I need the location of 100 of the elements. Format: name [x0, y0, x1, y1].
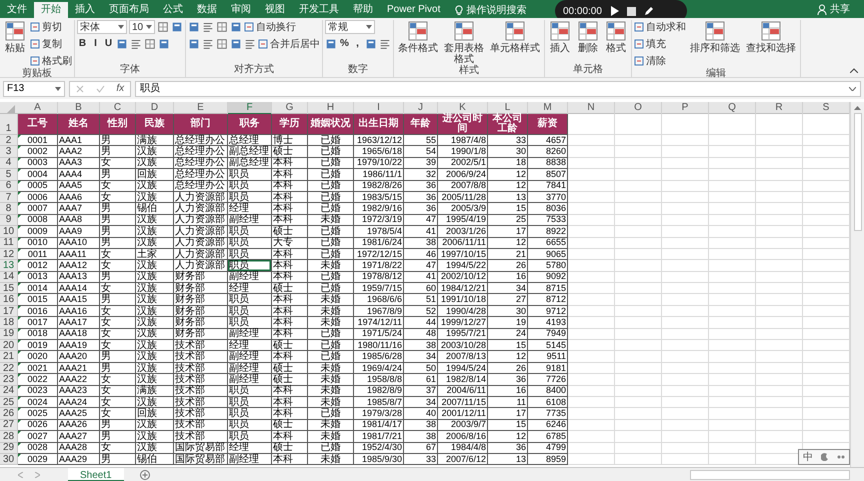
row-header[interactable]: 15 [0, 283, 18, 294]
share-button[interactable]: 共享 [817, 2, 850, 16]
collapse-icon[interactable] [850, 68, 858, 73]
empty-cell[interactable] [662, 374, 709, 386]
row-header[interactable]: 2 [0, 135, 18, 146]
format-icon[interactable] [171, 21, 183, 33]
empty-cell[interactable] [568, 396, 615, 408]
empty-cell[interactable] [615, 283, 662, 294]
row-header[interactable]: 28 [0, 431, 18, 443]
format-button[interactable]: , [352, 37, 363, 51]
format-icon[interactable] [379, 38, 391, 50]
format-icon[interactable] [130, 38, 142, 50]
empty-cell[interactable] [662, 169, 709, 181]
empty-cell[interactable] [662, 317, 709, 329]
column-header[interactable]: P [662, 102, 709, 115]
empty-cell[interactable] [709, 260, 756, 272]
dropdown-field[interactable]: 常规 [325, 20, 375, 34]
empty-cell[interactable] [615, 260, 662, 272]
empty-cell[interactable] [568, 180, 615, 192]
format-icon[interactable] [325, 38, 337, 50]
format-icon[interactable] [216, 38, 228, 50]
format-button[interactable]: I [90, 37, 101, 51]
empty-cell[interactable] [615, 431, 662, 443]
empty-cell[interactable] [756, 317, 803, 329]
cancel-icon[interactable] [76, 84, 84, 92]
empty-cell[interactable] [615, 203, 662, 215]
empty-cell[interactable] [615, 180, 662, 192]
empty-cell[interactable] [709, 114, 756, 135]
empty-cell[interactable] [709, 169, 756, 181]
ribbon-button[interactable]: 复制 [30, 37, 62, 51]
ribbon-button[interactable]: 插入 [547, 20, 573, 54]
empty-cell[interactable] [662, 362, 709, 374]
format-icon[interactable] [365, 38, 377, 50]
format-icon[interactable] [188, 38, 200, 50]
empty-cell[interactable] [568, 203, 615, 215]
format-icon[interactable] [158, 38, 170, 50]
column-header[interactable]: O [615, 102, 662, 115]
empty-cell[interactable] [615, 396, 662, 408]
row-header[interactable]: 14 [0, 272, 18, 284]
empty-cell[interactable] [709, 317, 756, 329]
vertical-scrollbar[interactable] [850, 102, 864, 467]
row-header[interactable]: 7 [0, 192, 18, 204]
row-header[interactable]: 30 [0, 454, 18, 466]
format-button[interactable]: % [339, 37, 350, 51]
formula-input[interactable]: 职员 [135, 80, 861, 96]
empty-cell[interactable] [662, 135, 709, 146]
scroll-up-icon[interactable] [854, 106, 861, 110]
row-header[interactable]: 21 [0, 351, 18, 363]
empty-cell[interactable] [615, 294, 662, 306]
empty-cell[interactable] [662, 203, 709, 215]
empty-cell[interactable] [662, 386, 709, 397]
empty-cell[interactable] [615, 169, 662, 181]
ribbon-button[interactable]: 粘贴 [2, 20, 28, 54]
empty-cell[interactable] [615, 362, 662, 374]
ribbon-button[interactable]: 自动求和 [634, 20, 686, 34]
empty-cell[interactable] [756, 214, 803, 226]
empty-cell[interactable] [568, 431, 615, 443]
tell-me-search[interactable]: 操作说明搜索 [466, 2, 526, 18]
row-header[interactable]: 5 [0, 169, 18, 181]
ribbon-button[interactable]: 删除 [575, 20, 601, 54]
empty-cell[interactable] [662, 158, 709, 170]
empty-cell[interactable] [756, 248, 803, 260]
empty-cell[interactable] [709, 238, 756, 249]
row-header[interactable]: 25 [0, 396, 18, 408]
ribbon-button[interactable]: 查找和选择 [744, 20, 798, 54]
empty-cell[interactable] [709, 408, 756, 420]
ribbon-tab[interactable]: 开发工具 [292, 2, 346, 18]
empty-cell[interactable] [615, 386, 662, 397]
empty-cell[interactable] [662, 146, 709, 158]
empty-cell[interactable] [756, 420, 803, 432]
column-header[interactable]: F [228, 102, 272, 115]
empty-cell[interactable] [615, 135, 662, 146]
empty-cell[interactable] [709, 248, 756, 260]
ribbon-tab[interactable]: 审阅 [224, 2, 258, 18]
empty-cell[interactable] [662, 442, 709, 454]
ribbon-tab[interactable]: 视图 [258, 2, 292, 18]
empty-cell[interactable] [709, 203, 756, 215]
empty-cell[interactable] [662, 408, 709, 420]
empty-cell[interactable] [568, 340, 615, 352]
empty-cell[interactable] [709, 146, 756, 158]
dropdown-field[interactable]: 宋体 [77, 20, 127, 34]
format-button[interactable]: U [103, 37, 114, 51]
empty-cell[interactable] [615, 248, 662, 260]
row-header[interactable]: 24 [0, 386, 18, 397]
ribbon-button[interactable]: 合并后居中 [258, 37, 320, 51]
empty-cell[interactable] [615, 158, 662, 170]
empty-cell[interactable] [615, 420, 662, 432]
previous-sheet-icon[interactable] [18, 472, 23, 478]
empty-cell[interactable] [709, 420, 756, 432]
ribbon-button[interactable]: 排序和筛选 [688, 20, 742, 54]
horizontal-scrollbar[interactable] [690, 470, 850, 480]
empty-cell[interactable] [568, 306, 615, 318]
insert-function-button[interactable]: fx [116, 81, 124, 96]
format-icon[interactable] [116, 38, 128, 50]
format-icon[interactable] [202, 38, 214, 50]
ime-floating-menu[interactable]: 中 [798, 449, 850, 465]
row-header[interactable]: 13 [0, 260, 18, 272]
empty-cell[interactable] [756, 362, 803, 374]
empty-cell[interactable] [615, 328, 662, 340]
empty-cell[interactable] [756, 386, 803, 397]
